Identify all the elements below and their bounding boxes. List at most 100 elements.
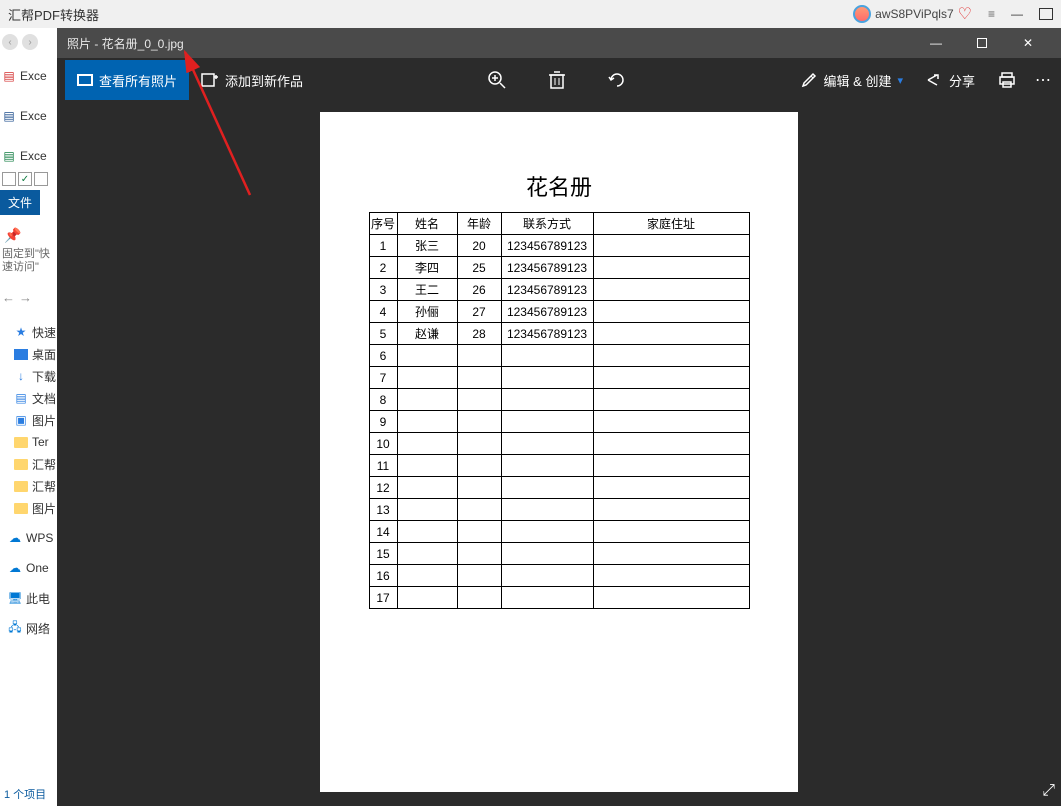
table-row: 2李四25123456789123 bbox=[369, 257, 749, 279]
sidebar-documents[interactable]: ▤ 文档 bbox=[0, 387, 57, 409]
td bbox=[501, 521, 593, 543]
sidebar-desktop[interactable]: 桌面 bbox=[0, 343, 57, 365]
td bbox=[593, 455, 749, 477]
bg-username: awS8PViPqls7 bbox=[875, 7, 954, 21]
td: 14 bbox=[369, 521, 397, 543]
sidebar-folder[interactable]: 图片 bbox=[0, 497, 57, 519]
delete-button[interactable] bbox=[547, 70, 567, 90]
td: 1 bbox=[369, 235, 397, 257]
td bbox=[501, 433, 593, 455]
td bbox=[457, 433, 501, 455]
td bbox=[593, 235, 749, 257]
nav-fwd-icon[interactable]: → bbox=[19, 290, 32, 305]
sidebar-this-pc[interactable]: 🖥 此电 bbox=[0, 587, 57, 609]
folder-icon bbox=[14, 437, 28, 448]
view-all-label: 查看所有照片 bbox=[99, 71, 177, 90]
bg-user-area[interactable]: awS8PViPqls7 ♡ ≡ — bbox=[853, 4, 1053, 24]
expand-icon[interactable]: ⤢ bbox=[1042, 782, 1055, 800]
td bbox=[397, 433, 457, 455]
th: 家庭住址 bbox=[593, 213, 749, 235]
share-button[interactable]: 分享 bbox=[921, 60, 979, 100]
td bbox=[593, 279, 749, 301]
sidebar-wps[interactable]: ☁ WPS bbox=[0, 527, 57, 549]
photos-toolbar: 查看所有照片 添加到新作品 编辑 & 创建 bbox=[57, 58, 1061, 102]
td bbox=[593, 301, 749, 323]
td bbox=[397, 455, 457, 477]
sidebar-quick-access[interactable]: ★ 快速 bbox=[0, 321, 57, 343]
td bbox=[457, 587, 501, 609]
photos-titlebar[interactable]: 照片 - 花名册_0_0.jpg — ✕ bbox=[57, 28, 1061, 58]
sidebar-folder[interactable]: Ter bbox=[0, 431, 57, 453]
photos-title-text: 照片 - 花名册_0_0.jpg bbox=[67, 35, 184, 52]
sidebar-network[interactable]: 🖧 网络 bbox=[0, 617, 57, 639]
table-row: 15 bbox=[369, 543, 749, 565]
close-button[interactable]: ✕ bbox=[1005, 28, 1051, 58]
td bbox=[397, 521, 457, 543]
maximize-button[interactable] bbox=[959, 28, 1005, 58]
table-row: 3王二26123456789123 bbox=[369, 279, 749, 301]
image-canvas[interactable]: 花名册 序号 姓名 年龄 联系方式 家庭住址 1张三20123456789123… bbox=[57, 102, 1061, 806]
sb-label: Exce bbox=[20, 149, 47, 163]
td bbox=[501, 367, 593, 389]
sb-label: 此电 bbox=[26, 590, 50, 607]
table-row: 12 bbox=[369, 477, 749, 499]
document-page: 花名册 序号 姓名 年龄 联系方式 家庭住址 1张三20123456789123… bbox=[320, 112, 798, 792]
td: 8 bbox=[369, 389, 397, 411]
td bbox=[593, 411, 749, 433]
minimize-button[interactable]: — bbox=[913, 28, 959, 58]
table-row: 11 bbox=[369, 455, 749, 477]
td: 张三 bbox=[397, 235, 457, 257]
sidebar-folder[interactable]: 汇帮 bbox=[0, 453, 57, 475]
sidebar-onedrive[interactable]: ☁ One bbox=[0, 557, 57, 579]
table-row: 1张三20123456789123 bbox=[369, 235, 749, 257]
td bbox=[397, 543, 457, 565]
td bbox=[593, 499, 749, 521]
view-all-photos-button[interactable]: 查看所有照片 bbox=[65, 60, 189, 100]
star-icon: ★ bbox=[14, 325, 28, 339]
file-tab[interactable]: 文件 bbox=[0, 190, 40, 215]
checkbox-icon[interactable]: ✓ bbox=[18, 172, 32, 186]
bg-minimize-icon[interactable]: — bbox=[1011, 7, 1023, 21]
avatar-icon bbox=[853, 5, 871, 23]
sidebar-file-item[interactable]: ▤ Exce bbox=[0, 64, 57, 88]
td bbox=[593, 433, 749, 455]
td: 20 bbox=[457, 235, 501, 257]
sb-label: 桌面 bbox=[32, 346, 56, 363]
td bbox=[457, 477, 501, 499]
chevron-down-icon: ▾ bbox=[897, 74, 903, 87]
print-button[interactable] bbox=[997, 70, 1017, 90]
add-to-creation-button[interactable]: 添加到新作品 bbox=[189, 60, 315, 100]
nav-back-icon[interactable]: ‹ bbox=[2, 34, 18, 50]
edit-icon bbox=[800, 71, 818, 89]
pin-icon[interactable]: 📌 bbox=[0, 223, 57, 248]
nav-fwd-icon[interactable]: › bbox=[22, 34, 38, 50]
sb-label: Exce bbox=[20, 69, 47, 83]
sidebar-file-item[interactable]: ▤ Exce bbox=[0, 104, 57, 128]
zoom-button[interactable] bbox=[487, 70, 507, 90]
td: 3 bbox=[369, 279, 397, 301]
folder-icon bbox=[14, 481, 28, 492]
edit-create-button[interactable]: 编辑 & 创建 ▾ bbox=[800, 71, 903, 90]
cloud-icon: ☁ bbox=[8, 561, 22, 575]
td: 123456789123 bbox=[501, 301, 593, 323]
hamburger-icon[interactable]: ≡ bbox=[988, 7, 995, 21]
more-button[interactable]: ⋯ bbox=[1035, 70, 1053, 90]
checkbox-icon[interactable] bbox=[34, 172, 48, 186]
sidebar-file-item[interactable]: ▤ Exce bbox=[0, 144, 57, 168]
td: 123456789123 bbox=[501, 235, 593, 257]
nav-back-icon[interactable]: ← bbox=[2, 290, 15, 305]
table-header-row: 序号 姓名 年龄 联系方式 家庭住址 bbox=[369, 213, 749, 235]
rotate-button[interactable] bbox=[607, 70, 627, 90]
td: 16 bbox=[369, 565, 397, 587]
checkbox-icon[interactable] bbox=[2, 172, 16, 186]
table-row: 8 bbox=[369, 389, 749, 411]
photos-window: 照片 - 花名册_0_0.jpg — ✕ 查看所有照片 添加到新作品 bbox=[57, 28, 1061, 806]
bg-window-icon[interactable] bbox=[1039, 8, 1053, 20]
td: 2 bbox=[369, 257, 397, 279]
td: 25 bbox=[457, 257, 501, 279]
sidebar-downloads[interactable]: ↓ 下载 bbox=[0, 365, 57, 387]
td bbox=[593, 521, 749, 543]
td bbox=[593, 477, 749, 499]
sidebar-folder[interactable]: 汇帮 bbox=[0, 475, 57, 497]
sidebar-pictures[interactable]: ▣ 图片 bbox=[0, 409, 57, 431]
